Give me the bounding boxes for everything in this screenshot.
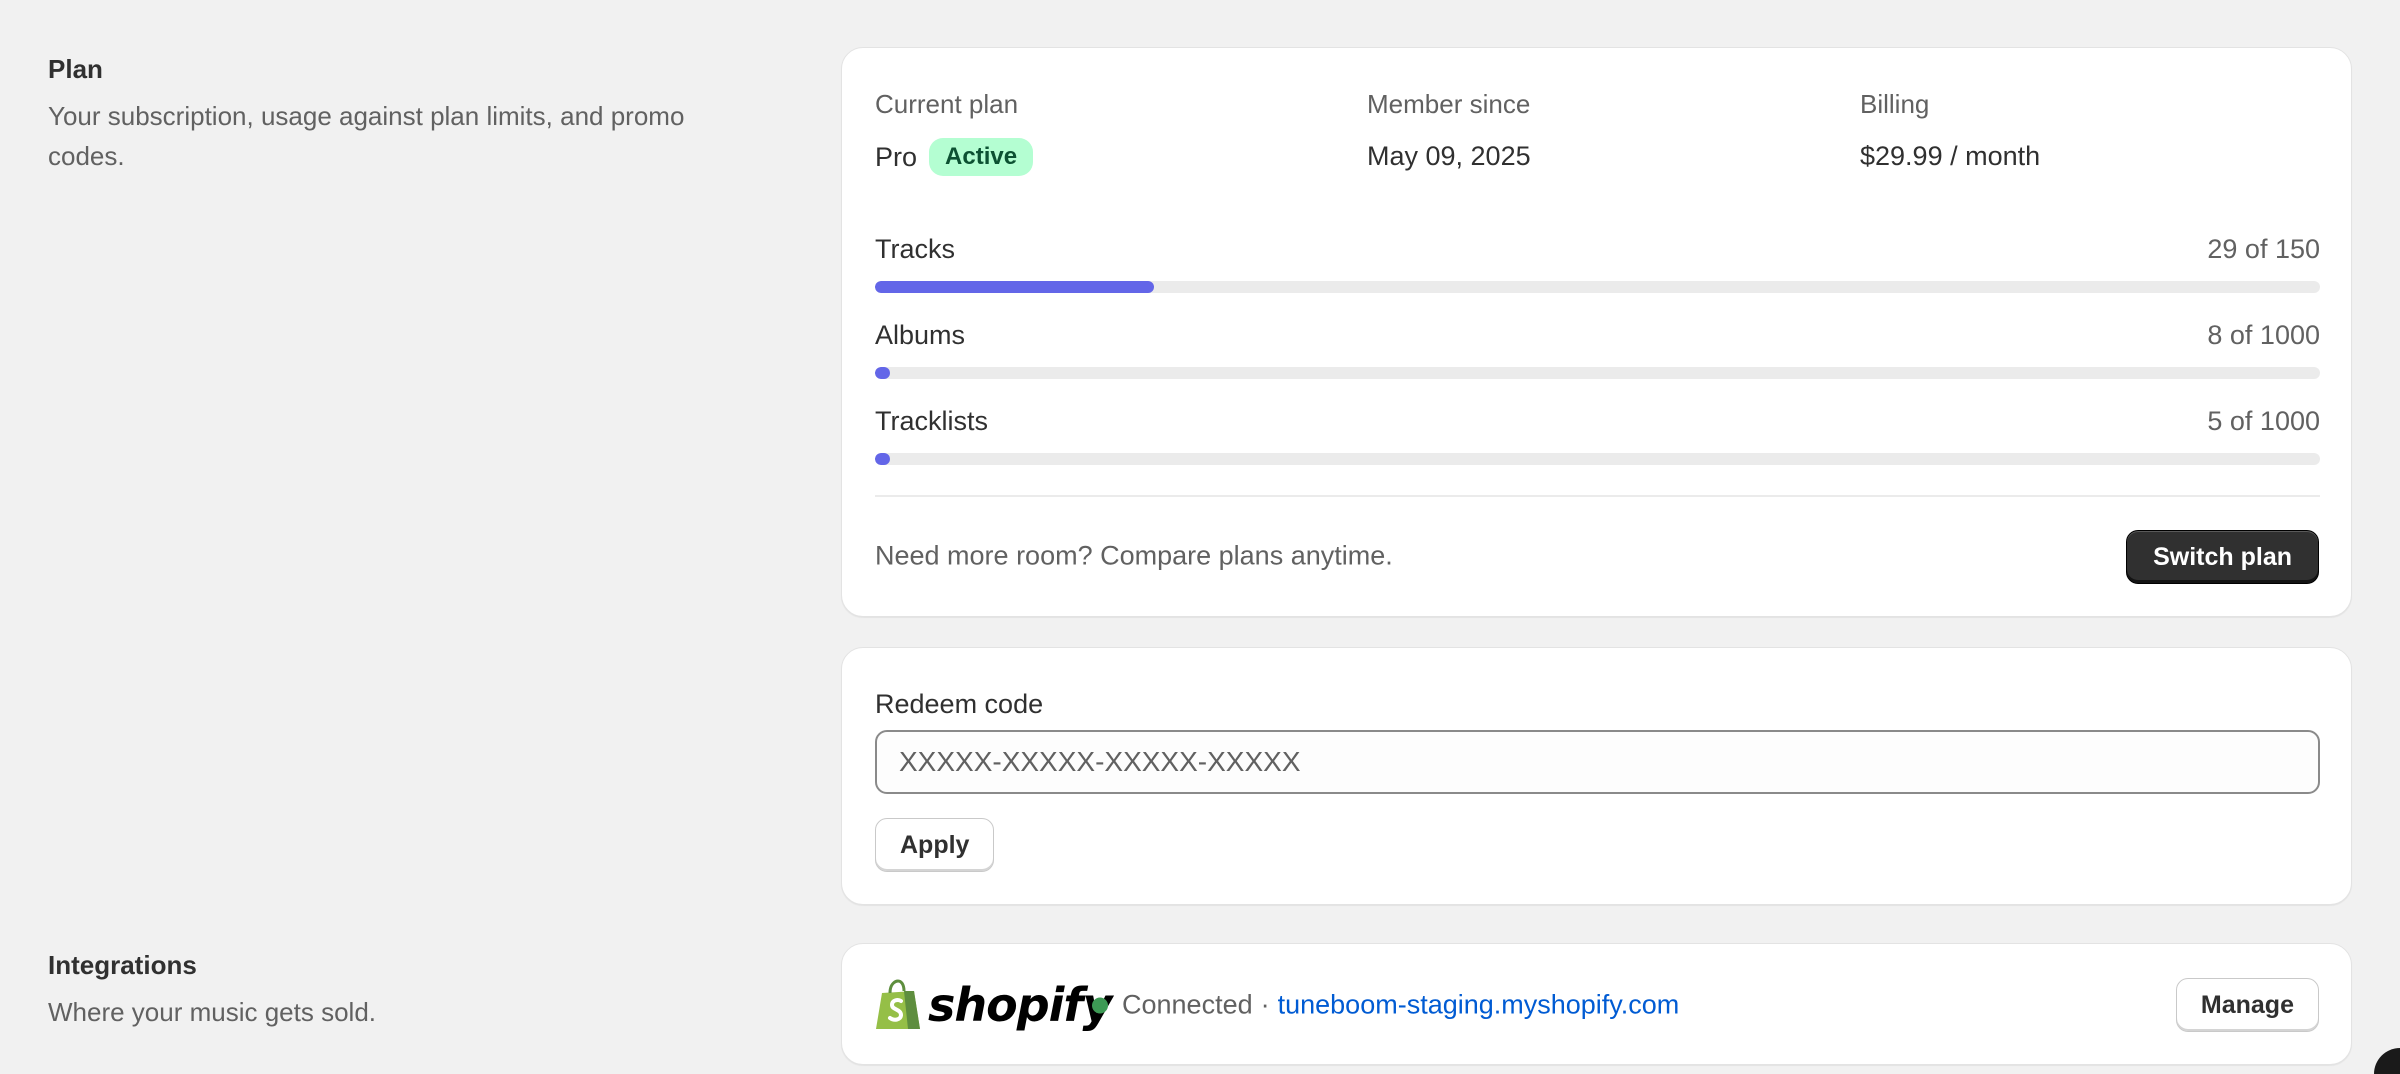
usage-count: 8 of 1000 (2207, 320, 2320, 350)
usage-bar (875, 453, 2320, 465)
plan-summary: Current plan Pro Active Member since May… (875, 86, 2320, 176)
usage-bar-fill (875, 367, 890, 379)
current-plan-value: Pro (875, 142, 918, 172)
usage-bar-fill (875, 281, 1155, 293)
connection-status: Connected · tuneboom-staging.myshopify.c… (1092, 990, 1679, 1021)
usage-label: Tracklists (875, 406, 988, 436)
usage-bar (875, 367, 2320, 379)
redeem-code-input[interactable] (875, 730, 2320, 794)
compare-plans-note: Need more room? Compare plans anytime. (875, 540, 1393, 571)
current-plan-column: Current plan Pro Active (875, 86, 1034, 176)
plan-section-title: Plan (48, 54, 103, 84)
redeem-card: Redeem code Apply (841, 647, 2352, 905)
usage-bar (875, 281, 2320, 293)
integrations-section-header: Integrations Where your music gets sold. (48, 948, 768, 1032)
shopify-logo: shopify (874, 978, 1112, 1032)
member-since-value: May 09, 2025 (1367, 141, 1531, 171)
shopify-bag-icon (876, 979, 920, 1029)
status-separator: · (1260, 989, 1270, 1020)
member-since-column: Member since May 09, 2025 (1367, 86, 1531, 174)
switch-plan-button[interactable]: Switch plan (2126, 530, 2319, 584)
usage-albums: Albums 8 of 1000 (875, 317, 2320, 379)
member-since-label: Member since (1367, 89, 1531, 119)
current-plan-label: Current plan (875, 89, 1019, 119)
manage-button[interactable]: Manage (2175, 978, 2319, 1032)
apply-button[interactable]: Apply (875, 818, 995, 872)
usage-label: Tracks (875, 234, 955, 264)
usage-bar-fill (875, 453, 890, 465)
divider (875, 495, 2320, 497)
plan-section-description: Your subscription, usage against plan li… (48, 101, 685, 171)
usage-count: 29 of 150 (2207, 234, 2320, 264)
window-corner (2374, 1048, 2400, 1074)
connection-status-text: Connected (1122, 989, 1253, 1020)
connected-dot-icon (1092, 997, 1108, 1013)
integrations-section-description: Where your music gets sold. (48, 997, 377, 1027)
billing-value: $29.99 / month (1860, 141, 2041, 171)
shopify-wordmark: shopify (928, 978, 1112, 1032)
plan-card: Current plan Pro Active Member since May… (841, 47, 2352, 617)
shopify-integration-card: shopify Connected · tuneboom-staging.mys… (841, 943, 2352, 1065)
store-url-link[interactable]: tuneboom-staging.myshopify.com (1278, 990, 1680, 1021)
plan-section-header: Plan Your subscription, usage against pl… (48, 52, 768, 176)
billing-label: Billing (1860, 89, 1930, 119)
status-badge: Active (929, 138, 1034, 176)
usage-count: 5 of 1000 (2207, 406, 2320, 436)
usage-tracks: Tracks 29 of 150 (875, 231, 2320, 293)
usage-tracklists: Tracklists 5 of 1000 (875, 403, 2320, 465)
integrations-section-title: Integrations (48, 950, 197, 980)
redeem-code-label: Redeem code (875, 689, 1044, 719)
current-plan-value-row: Pro Active (875, 138, 1034, 176)
usage-label: Albums (875, 320, 966, 350)
billing-column: Billing $29.99 / month (1860, 86, 2040, 174)
